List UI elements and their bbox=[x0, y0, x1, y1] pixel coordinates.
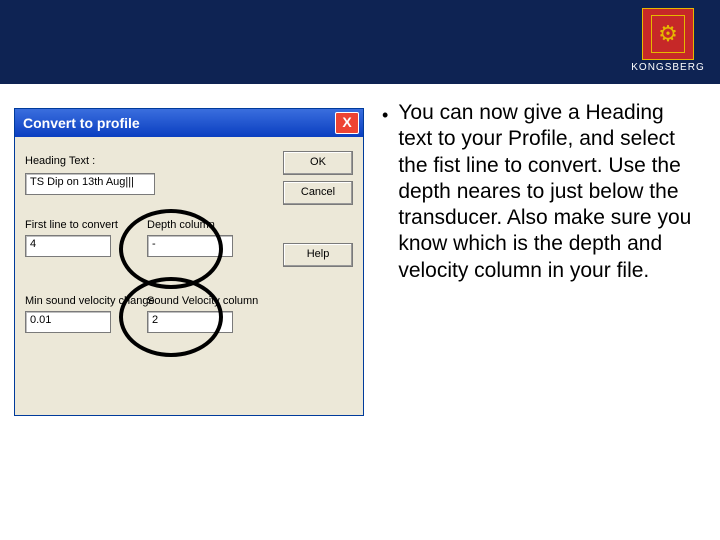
close-icon[interactable]: X bbox=[335, 112, 359, 134]
bullet-icon: • bbox=[382, 104, 388, 127]
brand-name: KONGSBERG bbox=[628, 62, 708, 73]
slide-body: Convert to profile X Heading Text : TS D… bbox=[0, 84, 720, 540]
first-line-label: First line to convert bbox=[25, 219, 118, 231]
brand-emblem-icon bbox=[642, 8, 694, 60]
help-button[interactable]: Help bbox=[283, 243, 353, 267]
instruction-paragraph: • You can now give a Heading text to you… bbox=[380, 100, 702, 284]
dialog-titlebar[interactable]: Convert to profile X bbox=[15, 109, 363, 137]
min-sv-change-input[interactable]: 0.01 bbox=[25, 311, 111, 333]
convert-to-profile-dialog: Convert to profile X Heading Text : TS D… bbox=[14, 108, 364, 416]
heading-text-input[interactable]: TS Dip on 13th Aug||| bbox=[25, 173, 155, 195]
cancel-button[interactable]: Cancel bbox=[283, 181, 353, 205]
annotation-circle-velocity bbox=[119, 277, 223, 357]
instruction-text: You can now give a Heading text to your … bbox=[398, 100, 702, 284]
slide-header: KONGSBERG bbox=[0, 0, 720, 84]
first-line-input[interactable]: 4 bbox=[25, 235, 111, 257]
ok-button[interactable]: OK bbox=[283, 151, 353, 175]
dialog-title: Convert to profile bbox=[23, 115, 335, 131]
heading-text-label: Heading Text : bbox=[25, 155, 95, 167]
brand-logo: KONGSBERG bbox=[628, 8, 708, 73]
